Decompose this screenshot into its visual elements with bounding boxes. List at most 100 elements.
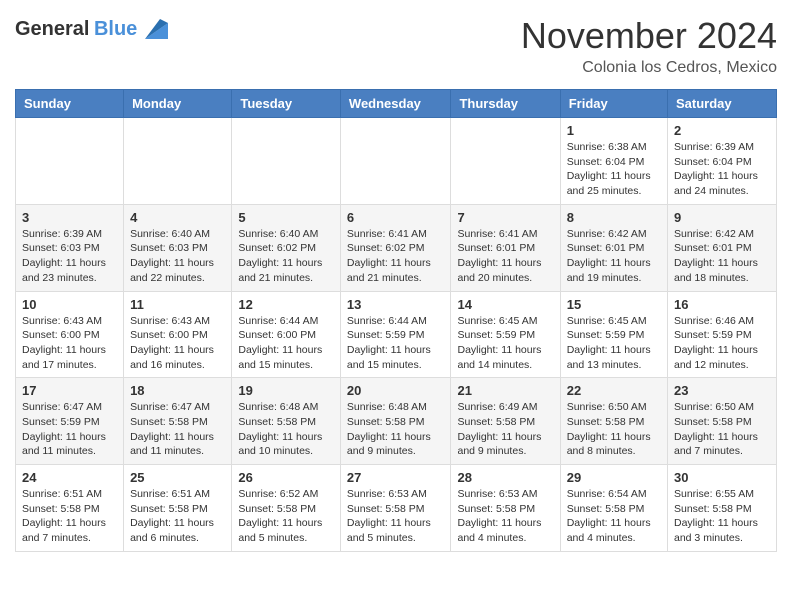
table-row: 1 Sunrise: 6:38 AMSunset: 6:04 PMDaylight… [560, 118, 667, 205]
table-row: 11 Sunrise: 6:43 AMSunset: 6:00 PMDayligh… [124, 291, 232, 378]
day-number: 1 [567, 123, 661, 138]
header: General Blue November 2024 Colonia los C… [15, 15, 777, 77]
table-row: 8Sunrise: 6:42 AMSunset: 6:01 PMDaylight… [560, 204, 667, 291]
day-number: 25 [130, 470, 225, 485]
day-info: Sunrise: 6:55 AMSunset: 5:58 PMDaylight:… [674, 487, 770, 546]
day-info: Sunrise: 6:47 AMSunset: 5:59 PMDaylight:… [22, 400, 117, 459]
month-title: November 2024 [521, 15, 777, 57]
day-number: 16 [674, 297, 770, 312]
table-row: 28 Sunrise: 6:53 AMSunset: 5:58 PMDayligh… [451, 465, 560, 552]
day-number: 26 [238, 470, 334, 485]
table-row: 15 Sunrise: 6:45 AMSunset: 5:59 PMDayligh… [560, 291, 667, 378]
day-number: 28 [457, 470, 553, 485]
day-info: Sunrise: 6:39 AMSunset: 6:03 PMDaylight:… [22, 227, 117, 286]
calendar-week-row: 3 Sunrise: 6:39 AMSunset: 6:03 PMDaylight… [16, 204, 777, 291]
day-info: Sunrise: 6:46 AMSunset: 5:59 PMDaylight:… [674, 314, 770, 373]
day-number: 10 [22, 297, 117, 312]
day-number: 4 [130, 210, 225, 225]
day-info: Sunrise: 6:48 AMSunset: 5:58 PMDaylight:… [347, 400, 445, 459]
day-info: Sunrise: 6:42 AMSunset: 6:01 PMDaylight:… [567, 227, 661, 286]
day-info: Sunrise: 6:48 AMSunset: 5:58 PMDaylight:… [238, 400, 334, 459]
day-number: 27 [347, 470, 445, 485]
day-info: Sunrise: 6:51 AMSunset: 5:58 PMDaylight:… [130, 487, 225, 546]
table-row [232, 118, 341, 205]
weekday-header-row: Sunday Monday Tuesday Wednesday Thursday… [16, 90, 777, 118]
calendar-page: General Blue November 2024 Colonia los C… [0, 0, 792, 567]
logo-text: General Blue [15, 18, 137, 41]
logo-blue: Blue [94, 18, 137, 40]
day-number: 3 [22, 210, 117, 225]
header-tuesday: Tuesday [232, 90, 341, 118]
table-row: 21 Sunrise: 6:49 AMSunset: 5:58 PMDayligh… [451, 378, 560, 465]
table-row [451, 118, 560, 205]
header-sunday: Sunday [16, 90, 124, 118]
day-number: 18 [130, 383, 225, 398]
day-number: 19 [238, 383, 334, 398]
day-info: Sunrise: 6:49 AMSunset: 5:58 PMDaylight:… [457, 400, 553, 459]
day-number: 22 [567, 383, 661, 398]
day-info: Sunrise: 6:52 AMSunset: 5:58 PMDaylight:… [238, 487, 334, 546]
table-row: 9Sunrise: 6:42 AMSunset: 6:01 PMDaylight… [668, 204, 777, 291]
table-row: 10Sunrise: 6:43 AMSunset: 6:00 PMDayligh… [16, 291, 124, 378]
day-number: 24 [22, 470, 117, 485]
header-friday: Friday [560, 90, 667, 118]
calendar-table: Sunday Monday Tuesday Wednesday Thursday… [15, 89, 777, 552]
table-row: 20Sunrise: 6:48 AMSunset: 5:58 PMDayligh… [340, 378, 451, 465]
table-row: 4Sunrise: 6:40 AMSunset: 6:03 PMDaylight… [124, 204, 232, 291]
table-row: 7Sunrise: 6:41 AMSunset: 6:01 PMDaylight… [451, 204, 560, 291]
table-row: 16 Sunrise: 6:46 AMSunset: 5:59 PMDayligh… [668, 291, 777, 378]
day-info: Sunrise: 6:38 AMSunset: 6:04 PMDaylight:… [567, 140, 661, 199]
day-number: 23 [674, 383, 770, 398]
table-row [16, 118, 124, 205]
calendar-week-row: 1 Sunrise: 6:38 AMSunset: 6:04 PMDaylight… [16, 118, 777, 205]
day-info: Sunrise: 6:51 AMSunset: 5:58 PMDaylight:… [22, 487, 117, 546]
calendar-week-row: 17 Sunrise: 6:47 AMSunset: 5:59 PMDayligh… [16, 378, 777, 465]
table-row: 30Sunrise: 6:55 AMSunset: 5:58 PMDayligh… [668, 465, 777, 552]
table-row: 29 Sunrise: 6:54 AMSunset: 5:58 PMDayligh… [560, 465, 667, 552]
day-number: 12 [238, 297, 334, 312]
day-number: 5 [238, 210, 334, 225]
location: Colonia los Cedros, Mexico [521, 59, 777, 77]
header-monday: Monday [124, 90, 232, 118]
logo-icon [140, 15, 170, 43]
day-info: Sunrise: 6:43 AMSunset: 6:00 PMDaylight:… [130, 314, 225, 373]
day-number: 2 [674, 123, 770, 138]
table-row [124, 118, 232, 205]
header-saturday: Saturday [668, 90, 777, 118]
table-row: 18Sunrise: 6:47 AMSunset: 5:58 PMDayligh… [124, 378, 232, 465]
day-number: 29 [567, 470, 661, 485]
table-row: 12Sunrise: 6:44 AMSunset: 6:00 PMDayligh… [232, 291, 341, 378]
day-info: Sunrise: 6:45 AMSunset: 5:59 PMDaylight:… [567, 314, 661, 373]
day-info: Sunrise: 6:41 AMSunset: 6:01 PMDaylight:… [457, 227, 553, 286]
day-number: 6 [347, 210, 445, 225]
table-row: 23 Sunrise: 6:50 AMSunset: 5:58 PMDayligh… [668, 378, 777, 465]
day-info: Sunrise: 6:53 AMSunset: 5:58 PMDaylight:… [457, 487, 553, 546]
table-row: 25 Sunrise: 6:51 AMSunset: 5:58 PMDayligh… [124, 465, 232, 552]
day-info: Sunrise: 6:50 AMSunset: 5:58 PMDaylight:… [674, 400, 770, 459]
table-row: 26 Sunrise: 6:52 AMSunset: 5:58 PMDayligh… [232, 465, 341, 552]
table-row: 19 Sunrise: 6:48 AMSunset: 5:58 PMDayligh… [232, 378, 341, 465]
day-info: Sunrise: 6:54 AMSunset: 5:58 PMDaylight:… [567, 487, 661, 546]
day-number: 9 [674, 210, 770, 225]
title-section: November 2024 Colonia los Cedros, Mexico [521, 15, 777, 77]
calendar-week-row: 24 Sunrise: 6:51 AMSunset: 5:58 PMDayligh… [16, 465, 777, 552]
logo: General Blue [15, 15, 170, 43]
day-number: 15 [567, 297, 661, 312]
day-number: 11 [130, 297, 225, 312]
table-row [340, 118, 451, 205]
table-row: 3 Sunrise: 6:39 AMSunset: 6:03 PMDaylight… [16, 204, 124, 291]
table-row: 5 Sunrise: 6:40 AMSunset: 6:02 PMDaylight… [232, 204, 341, 291]
day-number: 17 [22, 383, 117, 398]
day-info: Sunrise: 6:41 AMSunset: 6:02 PMDaylight:… [347, 227, 445, 286]
table-row: 13Sunrise: 6:44 AMSunset: 5:59 PMDayligh… [340, 291, 451, 378]
table-row: 17 Sunrise: 6:47 AMSunset: 5:59 PMDayligh… [16, 378, 124, 465]
logo-general: General [15, 18, 89, 40]
day-info: Sunrise: 6:44 AMSunset: 5:59 PMDaylight:… [347, 314, 445, 373]
table-row: 2Sunrise: 6:39 AMSunset: 6:04 PMDaylight… [668, 118, 777, 205]
table-row: 14Sunrise: 6:45 AMSunset: 5:59 PMDayligh… [451, 291, 560, 378]
table-row: 6 Sunrise: 6:41 AMSunset: 6:02 PMDaylight… [340, 204, 451, 291]
day-number: 21 [457, 383, 553, 398]
day-info: Sunrise: 6:45 AMSunset: 5:59 PMDaylight:… [457, 314, 553, 373]
day-info: Sunrise: 6:40 AMSunset: 6:02 PMDaylight:… [238, 227, 334, 286]
day-info: Sunrise: 6:50 AMSunset: 5:58 PMDaylight:… [567, 400, 661, 459]
